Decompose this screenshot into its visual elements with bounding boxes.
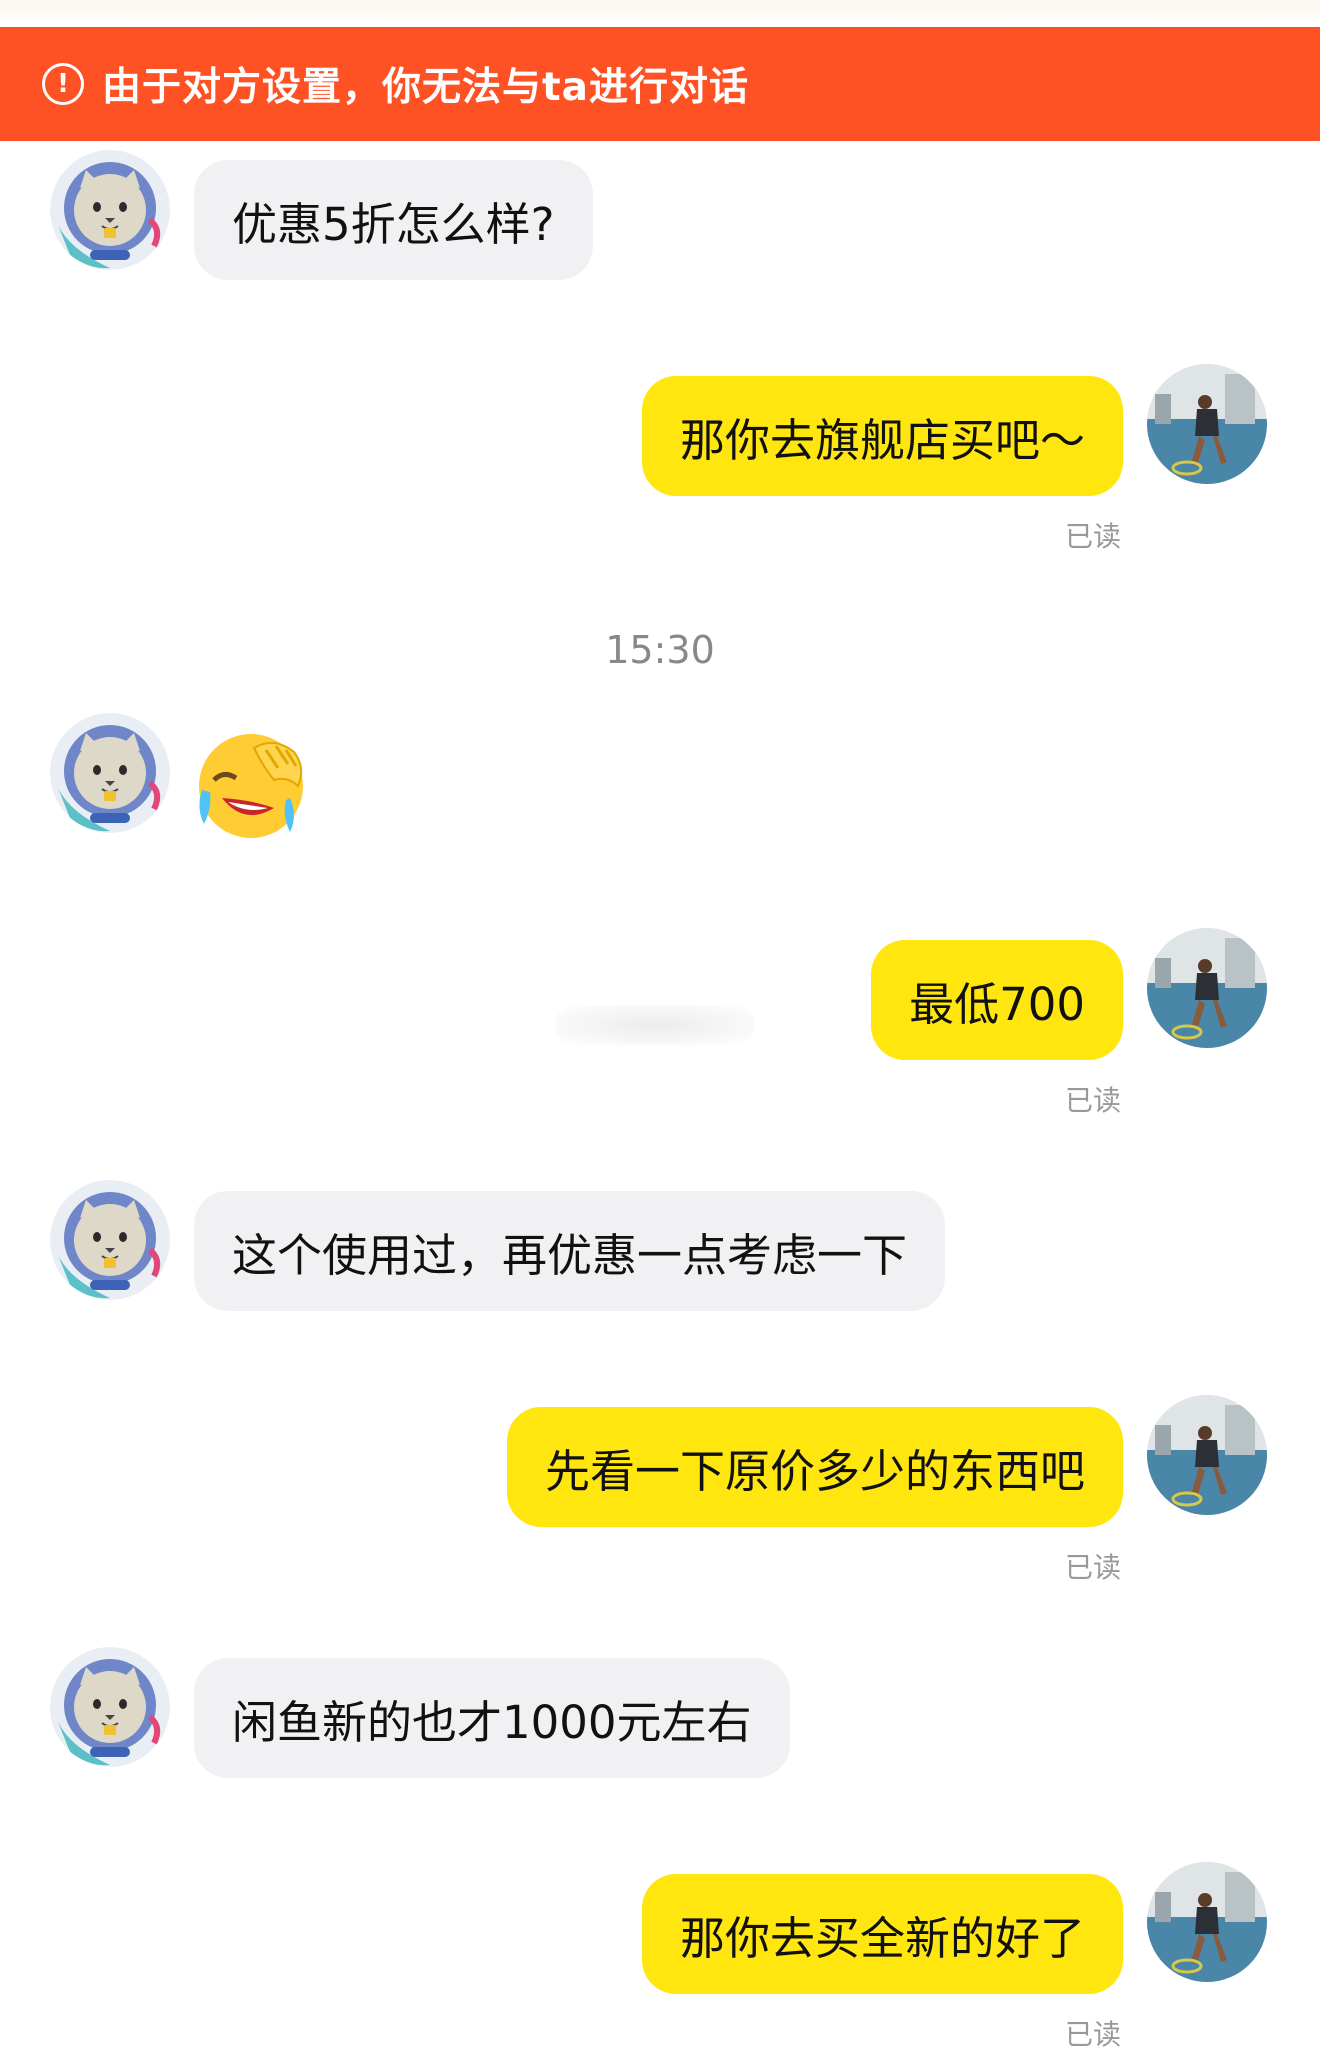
outgoing-message-bubble[interactable]: 那你去买全新的好了 — [641, 1874, 1123, 1994]
contact-avatar[interactable] — [50, 1647, 170, 1767]
message-text: 最低700 — [909, 977, 1085, 1031]
user-avatar[interactable] — [1147, 928, 1267, 1048]
top-fade — [0, 0, 1320, 27]
timestamp: 15:30 — [605, 628, 715, 672]
contact-avatar[interactable] — [50, 150, 170, 270]
outgoing-message-bubble[interactable]: 那你去旗舰店买吧～ — [641, 376, 1123, 496]
faint-watermark — [555, 1005, 755, 1045]
incoming-message-bubble[interactable]: 优惠5折怎么样? — [194, 160, 593, 280]
message-text: 那你去买全新的好了 — [679, 1911, 1085, 1965]
message-text: 这个使用过，再优惠一点考虑一下 — [232, 1228, 908, 1282]
read-status: 已读 — [1065, 2018, 1122, 2051]
message-text: 闲鱼新的也才1000元左右 — [232, 1695, 752, 1749]
crying-laughing-emoji-icon[interactable] — [194, 728, 312, 842]
message-text: 先看一下原价多少的东西吧 — [544, 1444, 1085, 1498]
incoming-message-bubble[interactable]: 闲鱼新的也才1000元左右 — [194, 1658, 790, 1778]
user-avatar[interactable] — [1147, 364, 1267, 484]
message-text: 那你去旗舰店买吧～ — [679, 413, 1085, 467]
message-text: 优惠5折怎么样? — [232, 197, 555, 251]
user-avatar[interactable] — [1147, 1862, 1267, 1982]
read-status: 已读 — [1065, 1551, 1122, 1584]
read-status: 已读 — [1065, 1084, 1122, 1117]
contact-avatar[interactable] — [50, 713, 170, 833]
incoming-message-bubble[interactable]: 这个使用过，再优惠一点考虑一下 — [194, 1191, 946, 1311]
outgoing-message-bubble[interactable]: 最低700 — [871, 940, 1123, 1060]
banner-text: 由于对方设置，你无法与ta进行对话 — [102, 65, 749, 110]
read-status: 已读 — [1065, 520, 1122, 553]
user-avatar[interactable] — [1147, 1395, 1267, 1515]
restriction-banner: ! 由于对方设置，你无法与ta进行对话 — [0, 27, 1320, 141]
outgoing-message-bubble[interactable]: 先看一下原价多少的东西吧 — [506, 1407, 1123, 1527]
alert-circle-icon: ! — [42, 63, 84, 105]
contact-avatar[interactable] — [50, 1180, 170, 1300]
